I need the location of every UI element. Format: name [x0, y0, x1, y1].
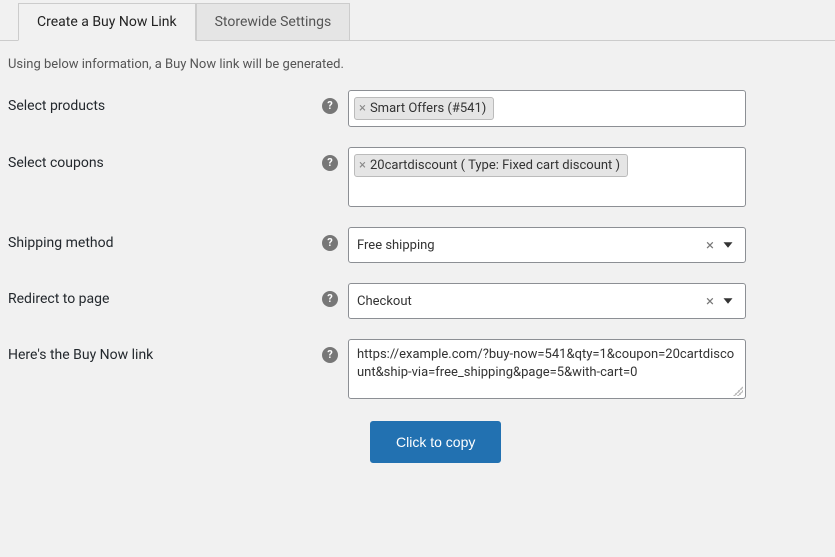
- intro-text: Using below information, a Buy Now link …: [0, 41, 835, 80]
- remove-tag-icon[interactable]: ×: [359, 102, 366, 115]
- row-redirect-page: Redirect to page ? Checkout ×: [0, 273, 835, 329]
- remove-tag-icon[interactable]: ×: [359, 159, 366, 172]
- tab-create-link[interactable]: Create a Buy Now Link: [18, 3, 196, 41]
- help-icon[interactable]: ?: [322, 347, 338, 363]
- label-select-products: Select products: [8, 98, 105, 114]
- label-shipping-method: Shipping method: [8, 235, 114, 251]
- label-buy-now-link: Here's the Buy Now link: [8, 347, 153, 363]
- shipping-select[interactable]: Free shipping ×: [348, 227, 746, 263]
- clear-icon[interactable]: ×: [706, 236, 714, 254]
- redirect-value: Checkout: [357, 294, 412, 309]
- chevron-down-icon: [719, 236, 737, 254]
- copy-button[interactable]: Click to copy: [370, 421, 501, 463]
- generated-link-textarea[interactable]: https://example.com/?buy-now=541&qty=1&c…: [348, 339, 746, 399]
- chevron-down-icon: [719, 292, 737, 310]
- tab-bar: Create a Buy Now Link Storewide Settings: [0, 0, 835, 41]
- clear-icon[interactable]: ×: [706, 292, 714, 310]
- shipping-value: Free shipping: [357, 238, 435, 253]
- tab-storewide-settings[interactable]: Storewide Settings: [196, 3, 351, 40]
- row-select-coupons: Select coupons ? × 20cartdiscount ( Type…: [0, 137, 835, 217]
- coupon-tag-label: 20cartdiscount ( Type: Fixed cart discou…: [370, 158, 620, 173]
- row-select-products: Select products ? × Smart Offers (#541): [0, 80, 835, 137]
- help-icon[interactable]: ?: [322, 98, 338, 114]
- help-icon[interactable]: ?: [322, 155, 338, 171]
- label-select-coupons: Select coupons: [8, 155, 104, 171]
- label-redirect-page: Redirect to page: [8, 291, 109, 307]
- coupons-input[interactable]: × 20cartdiscount ( Type: Fixed cart disc…: [348, 147, 746, 207]
- redirect-select[interactable]: Checkout ×: [348, 283, 746, 319]
- help-icon[interactable]: ?: [322, 291, 338, 307]
- help-icon[interactable]: ?: [322, 235, 338, 251]
- product-tag-label: Smart Offers (#541): [370, 101, 486, 116]
- row-buy-now-link: Here's the Buy Now link ? https://exampl…: [0, 329, 835, 409]
- row-shipping-method: Shipping method ? Free shipping ×: [0, 217, 835, 273]
- product-tag: × Smart Offers (#541): [354, 97, 494, 120]
- products-input[interactable]: × Smart Offers (#541): [348, 90, 746, 127]
- button-row: Click to copy: [0, 409, 835, 475]
- coupon-tag: × 20cartdiscount ( Type: Fixed cart disc…: [354, 154, 628, 177]
